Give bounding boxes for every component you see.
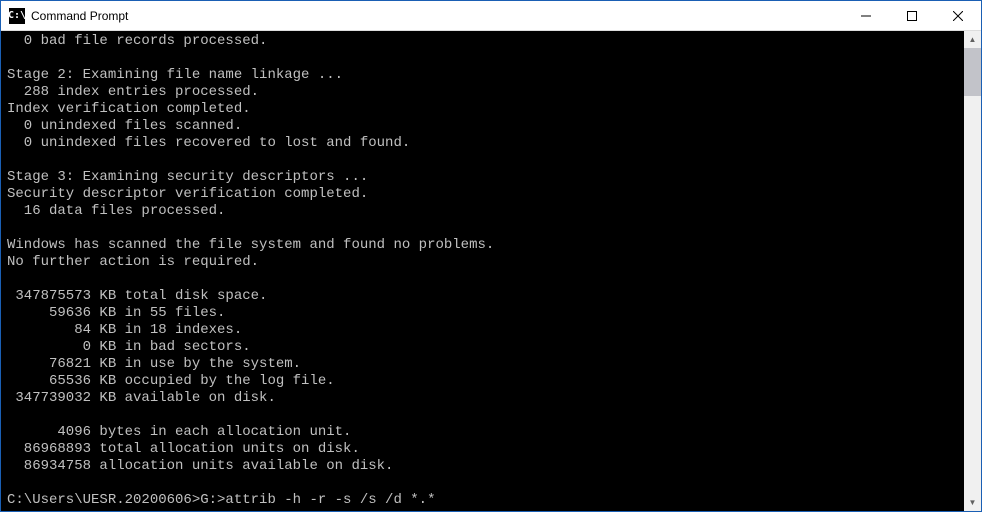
terminal-line: 86968893 total allocation units on disk. [7, 441, 964, 458]
command-prompt-window: C:\ Command Prompt 0 bad file records pr… [0, 0, 982, 512]
terminal-line: 0 bad file records processed. [7, 33, 964, 50]
terminal-line: 288 index entries processed. [7, 84, 964, 101]
terminal-line [7, 509, 964, 511]
client-area: 0 bad file records processed. Stage 2: E… [1, 31, 981, 511]
terminal-line [7, 271, 964, 288]
terminal-line: 4096 bytes in each allocation unit. [7, 424, 964, 441]
chevron-up-icon: ▲ [969, 35, 977, 44]
terminal-line: Stage 2: Examining file name linkage ... [7, 67, 964, 84]
terminal-line: Stage 3: Examining security descriptors … [7, 169, 964, 186]
terminal-line [7, 50, 964, 67]
window-controls [843, 1, 981, 30]
chevron-down-icon: ▼ [969, 498, 977, 507]
minimize-icon [861, 11, 871, 21]
terminal-line: 59636 KB in 55 files. [7, 305, 964, 322]
minimize-button[interactable] [843, 1, 889, 30]
terminal-line [7, 407, 964, 424]
titlebar[interactable]: C:\ Command Prompt [1, 1, 981, 31]
scroll-up-button[interactable]: ▲ [964, 31, 981, 48]
scroll-down-button[interactable]: ▼ [964, 494, 981, 511]
close-icon [953, 11, 963, 21]
terminal-line: No further action is required. [7, 254, 964, 271]
terminal-line [7, 475, 964, 492]
scroll-track[interactable] [964, 48, 981, 494]
maximize-icon [907, 11, 917, 21]
scroll-thumb[interactable] [964, 48, 981, 96]
window-title: Command Prompt [31, 9, 843, 23]
terminal-output[interactable]: 0 bad file records processed. Stage 2: E… [1, 31, 964, 511]
terminal-line: 86934758 allocation units available on d… [7, 458, 964, 475]
terminal-line [7, 152, 964, 169]
close-button[interactable] [935, 1, 981, 30]
terminal-line: Index verification completed. [7, 101, 964, 118]
app-icon: C:\ [9, 8, 25, 24]
terminal-line: Windows has scanned the file system and … [7, 237, 964, 254]
terminal-line [7, 220, 964, 237]
terminal-line: C:\Users\UESR.20200606>G:>attrib -h -r -… [7, 492, 964, 509]
terminal-line: 347875573 KB total disk space. [7, 288, 964, 305]
terminal-line: 347739032 KB available on disk. [7, 390, 964, 407]
terminal-line: 0 unindexed files scanned. [7, 118, 964, 135]
terminal-line: 16 data files processed. [7, 203, 964, 220]
terminal-line: 0 unindexed files recovered to lost and … [7, 135, 964, 152]
vertical-scrollbar[interactable]: ▲ ▼ [964, 31, 981, 511]
terminal-line: 0 KB in bad sectors. [7, 339, 964, 356]
terminal-line: 84 KB in 18 indexes. [7, 322, 964, 339]
terminal-line: 65536 KB occupied by the log file. [7, 373, 964, 390]
terminal-line: Security descriptor verification complet… [7, 186, 964, 203]
maximize-button[interactable] [889, 1, 935, 30]
terminal-line: 76821 KB in use by the system. [7, 356, 964, 373]
